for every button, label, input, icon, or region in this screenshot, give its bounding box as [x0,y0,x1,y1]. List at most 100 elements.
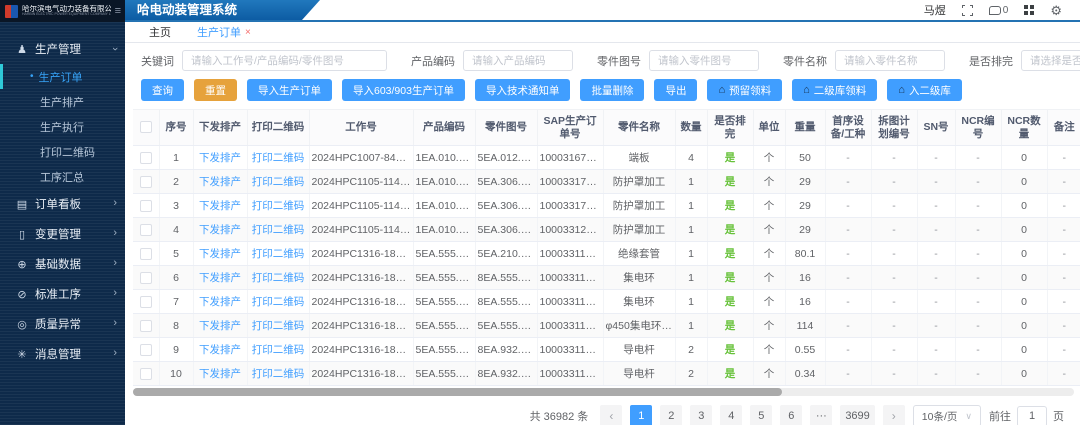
issue-link[interactable]: 下发排产 [199,320,241,332]
print-link[interactable]: 打印二维码 [252,248,305,260]
tab-0[interactable]: 主页 [137,22,183,42]
print-link[interactable]: 打印二维码 [252,344,305,356]
toolbar-button-2[interactable]: 导入生产订单 [247,79,332,101]
row-checkbox[interactable] [140,152,152,164]
cell-remark: - [1047,338,1080,362]
filter-input[interactable] [463,50,573,71]
cell-qty: 1 [675,266,707,290]
print-link[interactable]: 打印二维码 [252,176,305,188]
row-checkbox[interactable] [140,320,152,332]
horizontal-scrollbar[interactable] [133,388,1074,396]
row-checkbox[interactable] [140,200,152,212]
last-page-button[interactable]: 3699 [840,405,874,425]
cell-value: 2 [688,368,694,380]
pages-ellipsis[interactable]: ··· [810,405,832,425]
table-row: 3下发排产打印二维码2024HPC1105-1147-31EA.010.2091… [133,194,1080,218]
toolbar-button-8[interactable]: ⌂二级库领料 [792,79,877,101]
cell-first_equip: - [825,266,871,290]
row-checkbox[interactable] [140,368,152,380]
row-checkbox[interactable] [140,272,152,284]
issue-link[interactable]: 下发排产 [199,368,241,380]
column-header-label: 拆图计划编号 [874,115,915,141]
tab-1[interactable]: 生产订单× [185,22,263,42]
print-link[interactable]: 打印二维码 [252,200,305,212]
row-select-cell [133,290,159,314]
issue-link[interactable]: 下发排产 [199,152,241,164]
issue-link[interactable]: 下发排产 [199,200,241,212]
cell-product_code: 1EA.010.2117 [413,146,475,170]
settings-gear-icon[interactable]: ⚙ [1050,4,1062,17]
filter-input[interactable] [649,50,759,71]
page-button-2[interactable]: 2 [660,405,682,425]
user-name[interactable]: 马煜 [924,2,946,18]
fullscreen-icon[interactable] [962,5,973,16]
cell-scheduled: 是 [707,314,753,338]
grid-apps-icon[interactable] [1024,5,1034,15]
page-button-3[interactable]: 3 [690,405,712,425]
page-button-5[interactable]: 5 [750,405,772,425]
row-checkbox[interactable] [140,344,152,356]
prev-page-button[interactable]: ‹ [600,405,622,425]
menu-collapse-icon[interactable]: ≡ [115,5,121,17]
cell-weight: 80.1 [785,242,825,266]
column-header-print: 打印二维码 [247,110,309,146]
column-header-label: 是否排完 [710,115,751,141]
cell-sn: 7 [159,290,193,314]
print-link[interactable]: 打印二维码 [252,224,305,236]
sidebar-item-1[interactable]: ▤订单看板› [0,189,125,219]
filter-input[interactable] [835,50,945,71]
filter-input[interactable] [182,50,387,71]
print-link[interactable]: 打印二维码 [252,320,305,332]
sidebar-subitem-0-4[interactable]: 工序汇总 [0,164,125,189]
row-checkbox[interactable] [140,224,152,236]
row-checkbox[interactable] [140,248,152,260]
issue-link[interactable]: 下发排产 [199,344,241,356]
page-button-1[interactable]: 1 [630,405,652,425]
toolbar-button-1[interactable]: 重置 [194,79,237,101]
toolbar-button-9[interactable]: ⌂入二级库 [887,79,962,101]
row-checkbox[interactable] [140,176,152,188]
page-button-6[interactable]: 6 [780,405,802,425]
scrollbar-thumb[interactable] [133,388,782,396]
sidebar-item-2[interactable]: ▯变更管理› [0,219,125,249]
sidebar-item-6[interactable]: ✳消息管理› [0,339,125,369]
toolbar-button-3[interactable]: 导入603/903生产订单 [342,79,465,101]
toolbar-button-5[interactable]: 批量删除 [580,79,644,101]
column-header-sn_no: SN号 [917,110,955,146]
row-select-cell [133,314,159,338]
print-link[interactable]: 打印二维码 [252,272,305,284]
toolbar-button-6[interactable]: 导出 [654,79,697,101]
sidebar-subitem-0-0[interactable]: •生产订单 [0,64,125,89]
close-tab-icon[interactable]: × [245,27,251,38]
cell-value: - [976,176,980,188]
issue-link[interactable]: 下发排产 [199,176,241,188]
page-size-select[interactable]: 10条/页∨ [913,405,981,425]
sidebar-subitem-0-3[interactable]: 打印二维码 [0,139,125,164]
next-page-button[interactable]: › [883,405,905,425]
print-link[interactable]: 打印二维码 [252,296,305,308]
goto-page-input[interactable] [1017,406,1047,425]
select-all-checkbox[interactable] [140,121,152,133]
print-link[interactable]: 打印二维码 [252,152,305,164]
toolbar-button-7[interactable]: ⌂预留领料 [707,79,782,101]
issue-link[interactable]: 下发排产 [199,248,241,260]
issue-link[interactable]: 下发排产 [199,272,241,284]
row-checkbox[interactable] [140,296,152,308]
message-icon[interactable]: 0 [989,5,1009,16]
sidebar-item-3[interactable]: ⊕基础数据› [0,249,125,279]
filter-select[interactable]: 请选择是否排完∨ [1021,50,1080,71]
issue-link[interactable]: 下发排产 [199,296,241,308]
sidebar-subitem-0-1[interactable]: 生产排产 [0,89,125,114]
sidebar-item-0[interactable]: ♟生产管理› [0,34,125,64]
sidebar-item-5[interactable]: ◎质量异常› [0,309,125,339]
issue-link[interactable]: 下发排产 [199,224,241,236]
sidebar-subitem-0-2[interactable]: 生产执行 [0,114,125,139]
sidebar-item-4[interactable]: ⊘标准工序› [0,279,125,309]
cell-work_no: 2024HPC1316-1833-2 [309,314,413,338]
toolbar-button-4[interactable]: 导入技术通知单 [475,79,571,101]
warehouse-icon: ⌂ [803,85,810,96]
page-button-4[interactable]: 4 [720,405,742,425]
toolbar-button-0[interactable]: 查询 [141,79,184,101]
cell-value: - [934,200,938,212]
print-link[interactable]: 打印二维码 [252,368,305,380]
